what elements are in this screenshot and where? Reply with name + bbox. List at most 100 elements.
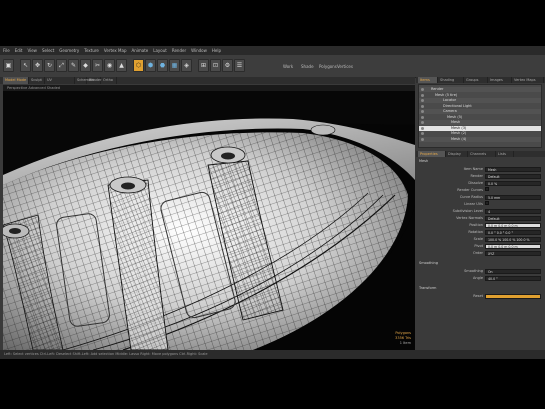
toolbar-button-14[interactable]: ▦: [169, 59, 180, 72]
toolbar-button-9[interactable]: ◉: [104, 59, 115, 72]
item-tab-items[interactable]: Items: [418, 77, 438, 83]
property-field[interactable]: Mesh: [485, 166, 541, 172]
menu-item-view[interactable]: View: [27, 48, 37, 53]
property-field[interactable]: [485, 293, 541, 299]
property-row: Angle 40.0 °: [416, 275, 545, 281]
properties-tab-lists[interactable]: Lists: [496, 151, 514, 157]
property-field[interactable]: 100.0 % 100.0 % 100.0 %: [485, 236, 541, 242]
tree-row-label: Mesh (3): [451, 125, 467, 130]
toolbar-label-polygons[interactable]: Polygons: [319, 64, 337, 69]
tree-row[interactable]: Mesh (2): [419, 131, 541, 136]
tree-row[interactable]: Locator: [419, 98, 541, 103]
item-tab-shading[interactable]: Shading: [438, 77, 464, 83]
property-field[interactable]: Default: [485, 173, 541, 179]
toolbar-button-4[interactable]: ↻: [44, 59, 55, 72]
property-label: Smoothing: [464, 269, 483, 273]
menu-item-texture[interactable]: Texture: [84, 48, 99, 53]
viewport-tab-4[interactable]: Schematic: [75, 77, 95, 84]
property-label: Order: [473, 251, 483, 255]
property-field[interactable]: On: [485, 268, 541, 274]
toolbar-button-5[interactable]: ⤢: [56, 59, 67, 72]
property-field[interactable]: 40.0 °: [485, 275, 541, 281]
toolbar-button-2[interactable]: ↖: [20, 59, 31, 72]
visibility-eye-icon[interactable]: [421, 115, 424, 119]
tree-row-label: Mesh: [451, 120, 461, 124]
toolbar-button-18[interactable]: ⚙: [222, 59, 233, 72]
visibility-eye-icon[interactable]: [421, 137, 424, 141]
toolbar-button-13[interactable]: ⬣: [157, 59, 168, 72]
menu-item-animate[interactable]: Animate: [131, 48, 148, 53]
tree-row[interactable]: Camera: [419, 109, 541, 114]
menu-item-select[interactable]: Select: [42, 48, 54, 53]
property-label: Render: [470, 174, 483, 178]
properties-tab-properties[interactable]: Properties: [418, 151, 446, 157]
menu-item-layout[interactable]: Layout: [153, 48, 167, 53]
toolbar-button-7[interactable]: ◆: [80, 59, 91, 72]
item-tab-groups[interactable]: Groups: [464, 77, 488, 83]
main-toolbar: ▣ ↖ ✥ ↻ ⤢ ✎ ◆ ✂ ◉ ▲ ⬡ ⬢ ⬣ ▦ ◈ ⊞ ⊡ ⚙ ☰ Work Shade Polygons Vert…: [0, 55, 545, 78]
toolbar-label-work[interactable]: Work: [283, 64, 293, 69]
property-field[interactable]: 0.0 m 0.0 m 0.0 m: [485, 243, 541, 249]
item-tab-vertex-maps[interactable]: Vertex Maps: [512, 77, 544, 83]
toolbar-button-3[interactable]: ✥: [32, 59, 43, 72]
visibility-eye-icon[interactable]: [421, 121, 424, 124]
property-label: Reset: [473, 294, 483, 298]
property-checkbox[interactable]: [485, 201, 489, 205]
toolbar-button-8[interactable]: ✂: [92, 59, 103, 72]
viewport-tab-2[interactable]: Sculpt: [29, 77, 45, 84]
toolbar-button-17[interactable]: ⊡: [210, 59, 221, 72]
item-tab-images[interactable]: Images: [488, 77, 512, 83]
property-field[interactable]: Default: [485, 215, 541, 221]
menu-item-edit[interactable]: Edit: [15, 48, 23, 53]
menu-item-vertex-map[interactable]: Vertex Map: [104, 48, 127, 53]
menu-item-file[interactable]: File: [3, 48, 10, 53]
viewport-tab-3[interactable]: UV: [45, 77, 75, 84]
property-field[interactable]: XYZ: [485, 250, 541, 256]
toolbar-button-19[interactable]: ☰: [234, 59, 245, 72]
property-row: Render Curves: [416, 187, 545, 193]
visibility-eye-icon[interactable]: [421, 110, 424, 113]
visibility-eye-icon[interactable]: [421, 88, 424, 91]
menu-item-geometry[interactable]: Geometry: [59, 48, 79, 53]
toolbar-button-1[interactable]: ▣: [3, 59, 14, 72]
properties-tab-display[interactable]: Display: [446, 151, 468, 157]
visibility-eye-icon[interactable]: [421, 132, 424, 135]
tree-row[interactable]: Directional Light: [419, 104, 541, 109]
properties-tab-channels[interactable]: Channels: [468, 151, 496, 157]
menu-item-help[interactable]: Help: [212, 48, 221, 53]
property-checkbox[interactable]: [485, 187, 489, 191]
visibility-eye-icon[interactable]: [421, 126, 424, 130]
tree-row[interactable]: Mesh: [419, 120, 541, 125]
tree-row-label: Mesh (5): [447, 114, 463, 119]
viewport-tab-1[interactable]: Model Mode: [3, 77, 29, 84]
viewport-tab-5[interactable]: Render: [87, 77, 101, 84]
property-field[interactable]: 0.0 m 0.0 m 0.0 m: [485, 222, 541, 228]
menu-item-window[interactable]: Window: [191, 48, 207, 53]
tree-row[interactable]: Mesh (5 tire): [419, 93, 541, 98]
viewport-tab-6[interactable]: Ortho: [101, 77, 117, 84]
property-field[interactable]: 5.0 mm: [485, 194, 541, 200]
tree-row[interactable]: Mesh (3): [419, 125, 541, 131]
toolbar-button-6[interactable]: ✎: [68, 59, 79, 72]
visibility-eye-icon[interactable]: [421, 104, 424, 108]
menu-item-render[interactable]: Render: [172, 48, 186, 53]
toolbar-button-12[interactable]: ⬢: [145, 59, 156, 72]
tree-row[interactable]: Mesh (5): [419, 115, 541, 120]
toolbar-label-vertices[interactable]: Vertices: [337, 64, 353, 69]
property-field[interactable]: 0.0 ° 0.0 ° 0.0 °: [485, 229, 541, 235]
visibility-eye-icon[interactable]: [421, 93, 424, 97]
toolbar-label-shade[interactable]: Shade: [301, 64, 314, 69]
tree-row[interactable]: Render: [419, 87, 541, 92]
toolbar-button-11[interactable]: ⬡: [133, 59, 144, 72]
property-field[interactable]: 4: [485, 208, 541, 214]
tree-row-label: Render: [431, 87, 444, 91]
toolbar-button-16[interactable]: ⊞: [198, 59, 209, 72]
property-field[interactable]: 0.0 %: [485, 180, 541, 186]
property-row: Reset: [416, 293, 545, 299]
toolbar-button-10[interactable]: ▲: [116, 59, 127, 72]
3d-viewport[interactable]: Perspective Advanced Shaded Polygons 335…: [3, 85, 415, 350]
visibility-eye-icon[interactable]: [421, 99, 424, 102]
tree-row[interactable]: Mesh (4): [419, 136, 541, 142]
viewport-header[interactable]: Perspective Advanced Shaded: [3, 85, 415, 91]
toolbar-button-15[interactable]: ◈: [181, 59, 192, 72]
